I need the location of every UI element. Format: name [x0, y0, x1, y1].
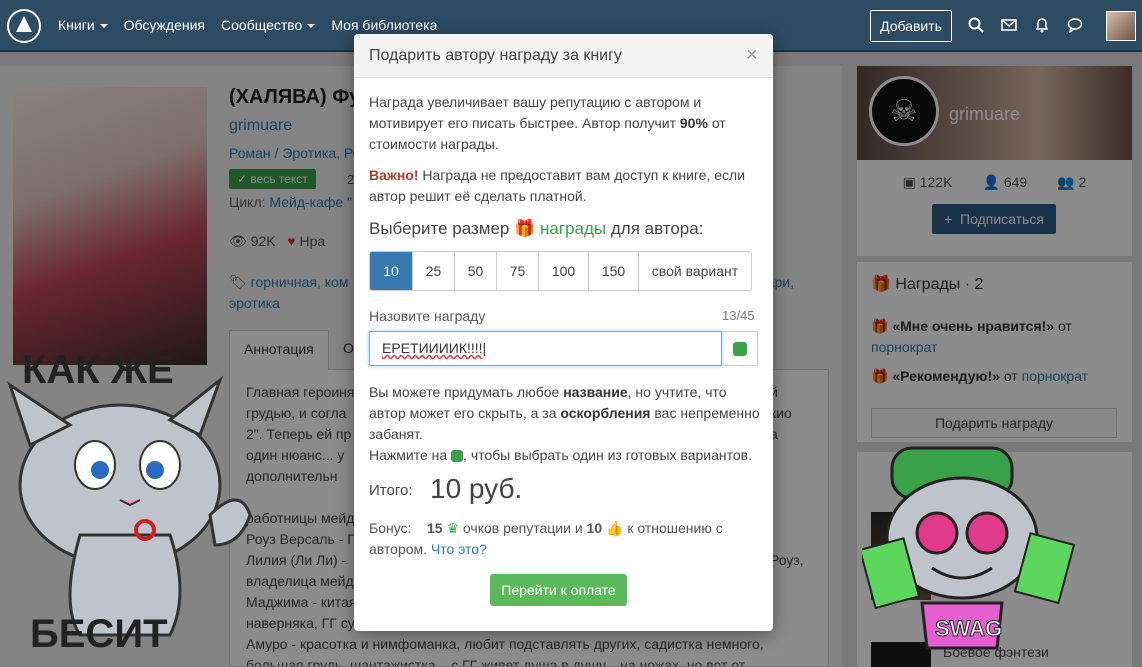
nav-my-library[interactable]: Моя библиотека — [331, 17, 437, 33]
svg-text:БЕСИТ: БЕСИТ — [30, 612, 168, 656]
angry-cat-sticker: КАК ЖЕ БЕСИТ — [7, 348, 252, 656]
what-is-this-link[interactable]: Что это? — [431, 541, 487, 557]
bell-icon[interactable] — [1034, 17, 1050, 33]
modal-title: Подарить автору награду за книгу — [369, 47, 622, 64]
amount-option-150[interactable]: 150 — [588, 252, 638, 290]
amount-option-75[interactable]: 75 — [496, 252, 538, 290]
svg-text:КАК ЖЕ: КАК ЖЕ — [22, 348, 174, 392]
nav-community[interactable]: Сообщество — [221, 17, 316, 33]
amount-option-50[interactable]: 50 — [454, 252, 496, 290]
award-modal: Подарить автору награду за книгу × Награ… — [354, 34, 773, 631]
swag-cat-sticker: SWAG — [862, 446, 1076, 650]
amount-option-25[interactable]: 25 — [412, 252, 454, 290]
crown-icon: ♛ — [446, 520, 460, 536]
user-avatar[interactable] — [1106, 11, 1136, 41]
amount-option-custom[interactable]: свой вариант — [638, 252, 751, 290]
amount-selector: 10 25 50 75 100 150 свой вариант — [369, 251, 752, 291]
random-name-button[interactable] — [722, 331, 758, 366]
nav-books[interactable]: Книги — [58, 17, 108, 33]
search-icon[interactable] — [968, 17, 984, 33]
amount-option-10[interactable]: 10 — [370, 252, 412, 290]
modal-header: Подарить автору награду за книгу × — [354, 34, 773, 78]
proceed-to-payment-button[interactable]: Перейти к оплате — [490, 574, 627, 606]
dice-icon — [451, 450, 464, 463]
award-name-counter: 13/45 — [722, 308, 755, 323]
choose-amount-heading: Выберите размер 🎁 награды для автора: — [369, 219, 704, 238]
modal-description: Награда увеличивает вашу репутацию с авт… — [369, 94, 726, 152]
total-value: 10 руб. — [430, 473, 523, 504]
nav-discussions[interactable]: Обсуждения — [124, 17, 205, 33]
award-name-input[interactable]: ЕРЕТИИИИК!!!!| — [369, 331, 722, 366]
gift-icon: 🎁 — [514, 219, 536, 238]
close-icon[interactable]: × — [746, 44, 758, 67]
amount-option-100[interactable]: 100 — [538, 252, 588, 290]
naming-rules: Вы можете придумать любое название, но у… — [369, 384, 760, 463]
chevron-down-icon — [99, 24, 108, 29]
total-label: Итого: — [369, 482, 413, 499]
svg-text:SWAG: SWAG — [935, 616, 1002, 641]
bonus-info: Бонус: 15 ♛ очков репутации и 10 👍 к отн… — [369, 520, 723, 557]
mail-icon[interactable] — [1001, 17, 1017, 33]
chevron-down-icon — [307, 24, 316, 29]
thumbs-up-icon: 👍 — [606, 520, 624, 536]
chat-icon[interactable] — [1067, 17, 1083, 33]
modal-warning: Важно! Награда не предоставит вам доступ… — [369, 167, 746, 204]
award-name-label: Назовите награду — [369, 308, 486, 324]
site-logo-icon[interactable] — [6, 8, 42, 44]
add-button[interactable]: Добавить — [870, 10, 952, 42]
dice-icon — [732, 341, 747, 356]
